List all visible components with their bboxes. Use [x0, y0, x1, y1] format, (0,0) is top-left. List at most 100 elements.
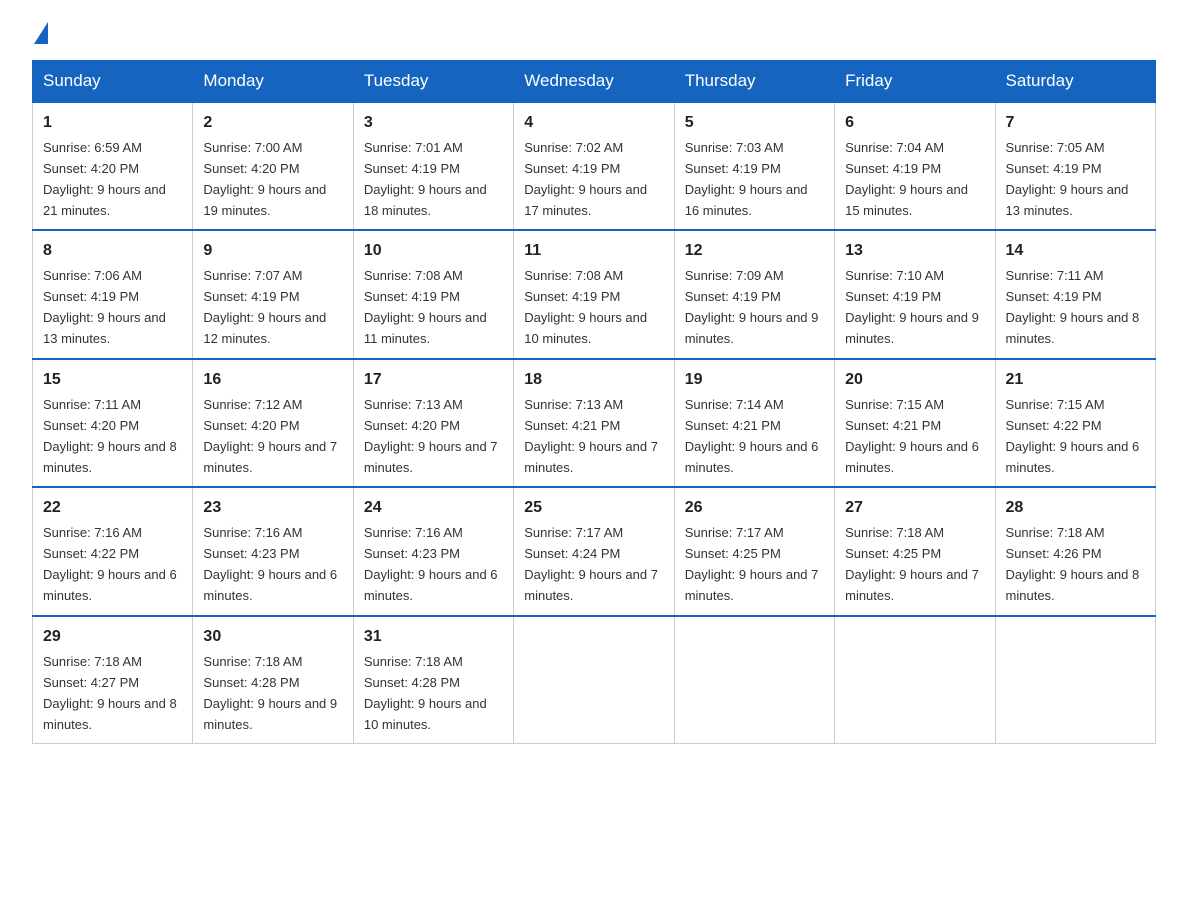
calendar-cell: 19 Sunrise: 7:14 AMSunset: 4:21 PMDayligh…	[674, 359, 834, 487]
day-number: 17	[364, 368, 503, 393]
calendar-cell: 13 Sunrise: 7:10 AMSunset: 4:19 PMDayligh…	[835, 230, 995, 358]
calendar-week-row: 15 Sunrise: 7:11 AMSunset: 4:20 PMDayligh…	[33, 359, 1156, 487]
day-number: 1	[43, 111, 182, 136]
day-number: 5	[685, 111, 824, 136]
day-number: 21	[1006, 368, 1145, 393]
day-number: 28	[1006, 496, 1145, 521]
day-number: 20	[845, 368, 984, 393]
day-number: 13	[845, 239, 984, 264]
day-number: 10	[364, 239, 503, 264]
day-number: 23	[203, 496, 342, 521]
column-header-thursday: Thursday	[674, 61, 834, 103]
calendar-cell: 8Sunrise: 7:06 AMSunset: 4:19 PMDaylight…	[33, 230, 193, 358]
calendar-cell: 30 Sunrise: 7:18 AMSunset: 4:28 PMDayligh…	[193, 616, 353, 744]
column-header-friday: Friday	[835, 61, 995, 103]
day-info: Sunrise: 7:15 AMSunset: 4:21 PMDaylight:…	[845, 397, 979, 475]
calendar-cell: 31 Sunrise: 7:18 AMSunset: 4:28 PMDayligh…	[353, 616, 513, 744]
day-info: Sunrise: 7:01 AMSunset: 4:19 PMDaylight:…	[364, 140, 487, 218]
day-info: Sunrise: 7:11 AMSunset: 4:19 PMDaylight:…	[1006, 268, 1140, 346]
calendar-cell: 26 Sunrise: 7:17 AMSunset: 4:25 PMDayligh…	[674, 487, 834, 615]
calendar-cell: 16Sunrise: 7:12 AMSunset: 4:20 PMDayligh…	[193, 359, 353, 487]
calendar-cell	[514, 616, 674, 744]
calendar-week-row: 1 Sunrise: 6:59 AMSunset: 4:20 PMDaylight…	[33, 102, 1156, 230]
day-info: Sunrise: 7:09 AMSunset: 4:19 PMDaylight:…	[685, 268, 819, 346]
day-number: 22	[43, 496, 182, 521]
day-info: Sunrise: 7:10 AMSunset: 4:19 PMDaylight:…	[845, 268, 979, 346]
column-header-tuesday: Tuesday	[353, 61, 513, 103]
day-info: Sunrise: 6:59 AMSunset: 4:20 PMDaylight:…	[43, 140, 166, 218]
day-number: 16	[203, 368, 342, 393]
calendar-cell: 7 Sunrise: 7:05 AMSunset: 4:19 PMDaylight…	[995, 102, 1155, 230]
calendar-cell: 23Sunrise: 7:16 AMSunset: 4:23 PMDayligh…	[193, 487, 353, 615]
day-info: Sunrise: 7:11 AMSunset: 4:20 PMDaylight:…	[43, 397, 177, 475]
calendar-cell	[674, 616, 834, 744]
day-info: Sunrise: 7:14 AMSunset: 4:21 PMDaylight:…	[685, 397, 819, 475]
day-number: 14	[1006, 239, 1145, 264]
calendar-cell: 15 Sunrise: 7:11 AMSunset: 4:20 PMDayligh…	[33, 359, 193, 487]
day-number: 2	[203, 111, 342, 136]
day-info: Sunrise: 7:18 AMSunset: 4:25 PMDaylight:…	[845, 525, 979, 603]
day-info: Sunrise: 7:18 AMSunset: 4:26 PMDaylight:…	[1006, 525, 1140, 603]
day-number: 18	[524, 368, 663, 393]
calendar-table: SundayMondayTuesdayWednesdayThursdayFrid…	[32, 60, 1156, 744]
day-number: 29	[43, 625, 182, 650]
day-info: Sunrise: 7:04 AMSunset: 4:19 PMDaylight:…	[845, 140, 968, 218]
day-info: Sunrise: 7:18 AMSunset: 4:28 PMDaylight:…	[364, 654, 487, 732]
calendar-cell: 9 Sunrise: 7:07 AMSunset: 4:19 PMDaylight…	[193, 230, 353, 358]
day-number: 7	[1006, 111, 1145, 136]
calendar-cell: 22 Sunrise: 7:16 AMSunset: 4:22 PMDayligh…	[33, 487, 193, 615]
calendar-cell: 11 Sunrise: 7:08 AMSunset: 4:19 PMDayligh…	[514, 230, 674, 358]
day-info: Sunrise: 7:16 AMSunset: 4:23 PMDaylight:…	[364, 525, 498, 603]
calendar-cell: 2 Sunrise: 7:00 AMSunset: 4:20 PMDaylight…	[193, 102, 353, 230]
calendar-cell	[995, 616, 1155, 744]
calendar-cell: 25 Sunrise: 7:17 AMSunset: 4:24 PMDayligh…	[514, 487, 674, 615]
calendar-cell: 5 Sunrise: 7:03 AMSunset: 4:19 PMDaylight…	[674, 102, 834, 230]
day-info: Sunrise: 7:02 AMSunset: 4:19 PMDaylight:…	[524, 140, 647, 218]
calendar-cell: 12 Sunrise: 7:09 AMSunset: 4:19 PMDayligh…	[674, 230, 834, 358]
calendar-cell: 28 Sunrise: 7:18 AMSunset: 4:26 PMDayligh…	[995, 487, 1155, 615]
day-info: Sunrise: 7:03 AMSunset: 4:19 PMDaylight:…	[685, 140, 808, 218]
calendar-header-row: SundayMondayTuesdayWednesdayThursdayFrid…	[33, 61, 1156, 103]
day-info: Sunrise: 7:08 AMSunset: 4:19 PMDaylight:…	[364, 268, 487, 346]
day-info: Sunrise: 7:16 AMSunset: 4:22 PMDaylight:…	[43, 525, 177, 603]
day-number: 24	[364, 496, 503, 521]
calendar-cell: 21 Sunrise: 7:15 AMSunset: 4:22 PMDayligh…	[995, 359, 1155, 487]
day-info: Sunrise: 7:08 AMSunset: 4:19 PMDaylight:…	[524, 268, 647, 346]
day-number: 30	[203, 625, 342, 650]
calendar-cell: 27Sunrise: 7:18 AMSunset: 4:25 PMDayligh…	[835, 487, 995, 615]
day-number: 26	[685, 496, 824, 521]
calendar-week-row: 8Sunrise: 7:06 AMSunset: 4:19 PMDaylight…	[33, 230, 1156, 358]
column-header-wednesday: Wednesday	[514, 61, 674, 103]
day-number: 6	[845, 111, 984, 136]
logo-triangle-icon	[34, 22, 48, 44]
calendar-cell: 20 Sunrise: 7:15 AMSunset: 4:21 PMDayligh…	[835, 359, 995, 487]
day-info: Sunrise: 7:13 AMSunset: 4:20 PMDaylight:…	[364, 397, 498, 475]
day-info: Sunrise: 7:07 AMSunset: 4:19 PMDaylight:…	[203, 268, 326, 346]
day-info: Sunrise: 7:18 AMSunset: 4:27 PMDaylight:…	[43, 654, 177, 732]
day-number: 3	[364, 111, 503, 136]
day-number: 12	[685, 239, 824, 264]
column-header-monday: Monday	[193, 61, 353, 103]
calendar-cell: 18Sunrise: 7:13 AMSunset: 4:21 PMDayligh…	[514, 359, 674, 487]
day-info: Sunrise: 7:17 AMSunset: 4:24 PMDaylight:…	[524, 525, 658, 603]
calendar-cell: 1 Sunrise: 6:59 AMSunset: 4:20 PMDaylight…	[33, 102, 193, 230]
day-info: Sunrise: 7:17 AMSunset: 4:25 PMDaylight:…	[685, 525, 819, 603]
day-number: 25	[524, 496, 663, 521]
page-header	[32, 24, 1156, 44]
day-info: Sunrise: 7:05 AMSunset: 4:19 PMDaylight:…	[1006, 140, 1129, 218]
calendar-cell: 10 Sunrise: 7:08 AMSunset: 4:19 PMDayligh…	[353, 230, 513, 358]
day-number: 15	[43, 368, 182, 393]
calendar-week-row: 22 Sunrise: 7:16 AMSunset: 4:22 PMDayligh…	[33, 487, 1156, 615]
day-info: Sunrise: 7:15 AMSunset: 4:22 PMDaylight:…	[1006, 397, 1140, 475]
calendar-cell: 3 Sunrise: 7:01 AMSunset: 4:19 PMDaylight…	[353, 102, 513, 230]
day-info: Sunrise: 7:18 AMSunset: 4:28 PMDaylight:…	[203, 654, 337, 732]
calendar-cell: 4 Sunrise: 7:02 AMSunset: 4:19 PMDaylight…	[514, 102, 674, 230]
day-number: 9	[203, 239, 342, 264]
day-number: 4	[524, 111, 663, 136]
calendar-cell: 24 Sunrise: 7:16 AMSunset: 4:23 PMDayligh…	[353, 487, 513, 615]
day-number: 11	[524, 239, 663, 264]
day-number: 19	[685, 368, 824, 393]
day-info: Sunrise: 7:00 AMSunset: 4:20 PMDaylight:…	[203, 140, 326, 218]
day-number: 31	[364, 625, 503, 650]
calendar-cell: 17 Sunrise: 7:13 AMSunset: 4:20 PMDayligh…	[353, 359, 513, 487]
